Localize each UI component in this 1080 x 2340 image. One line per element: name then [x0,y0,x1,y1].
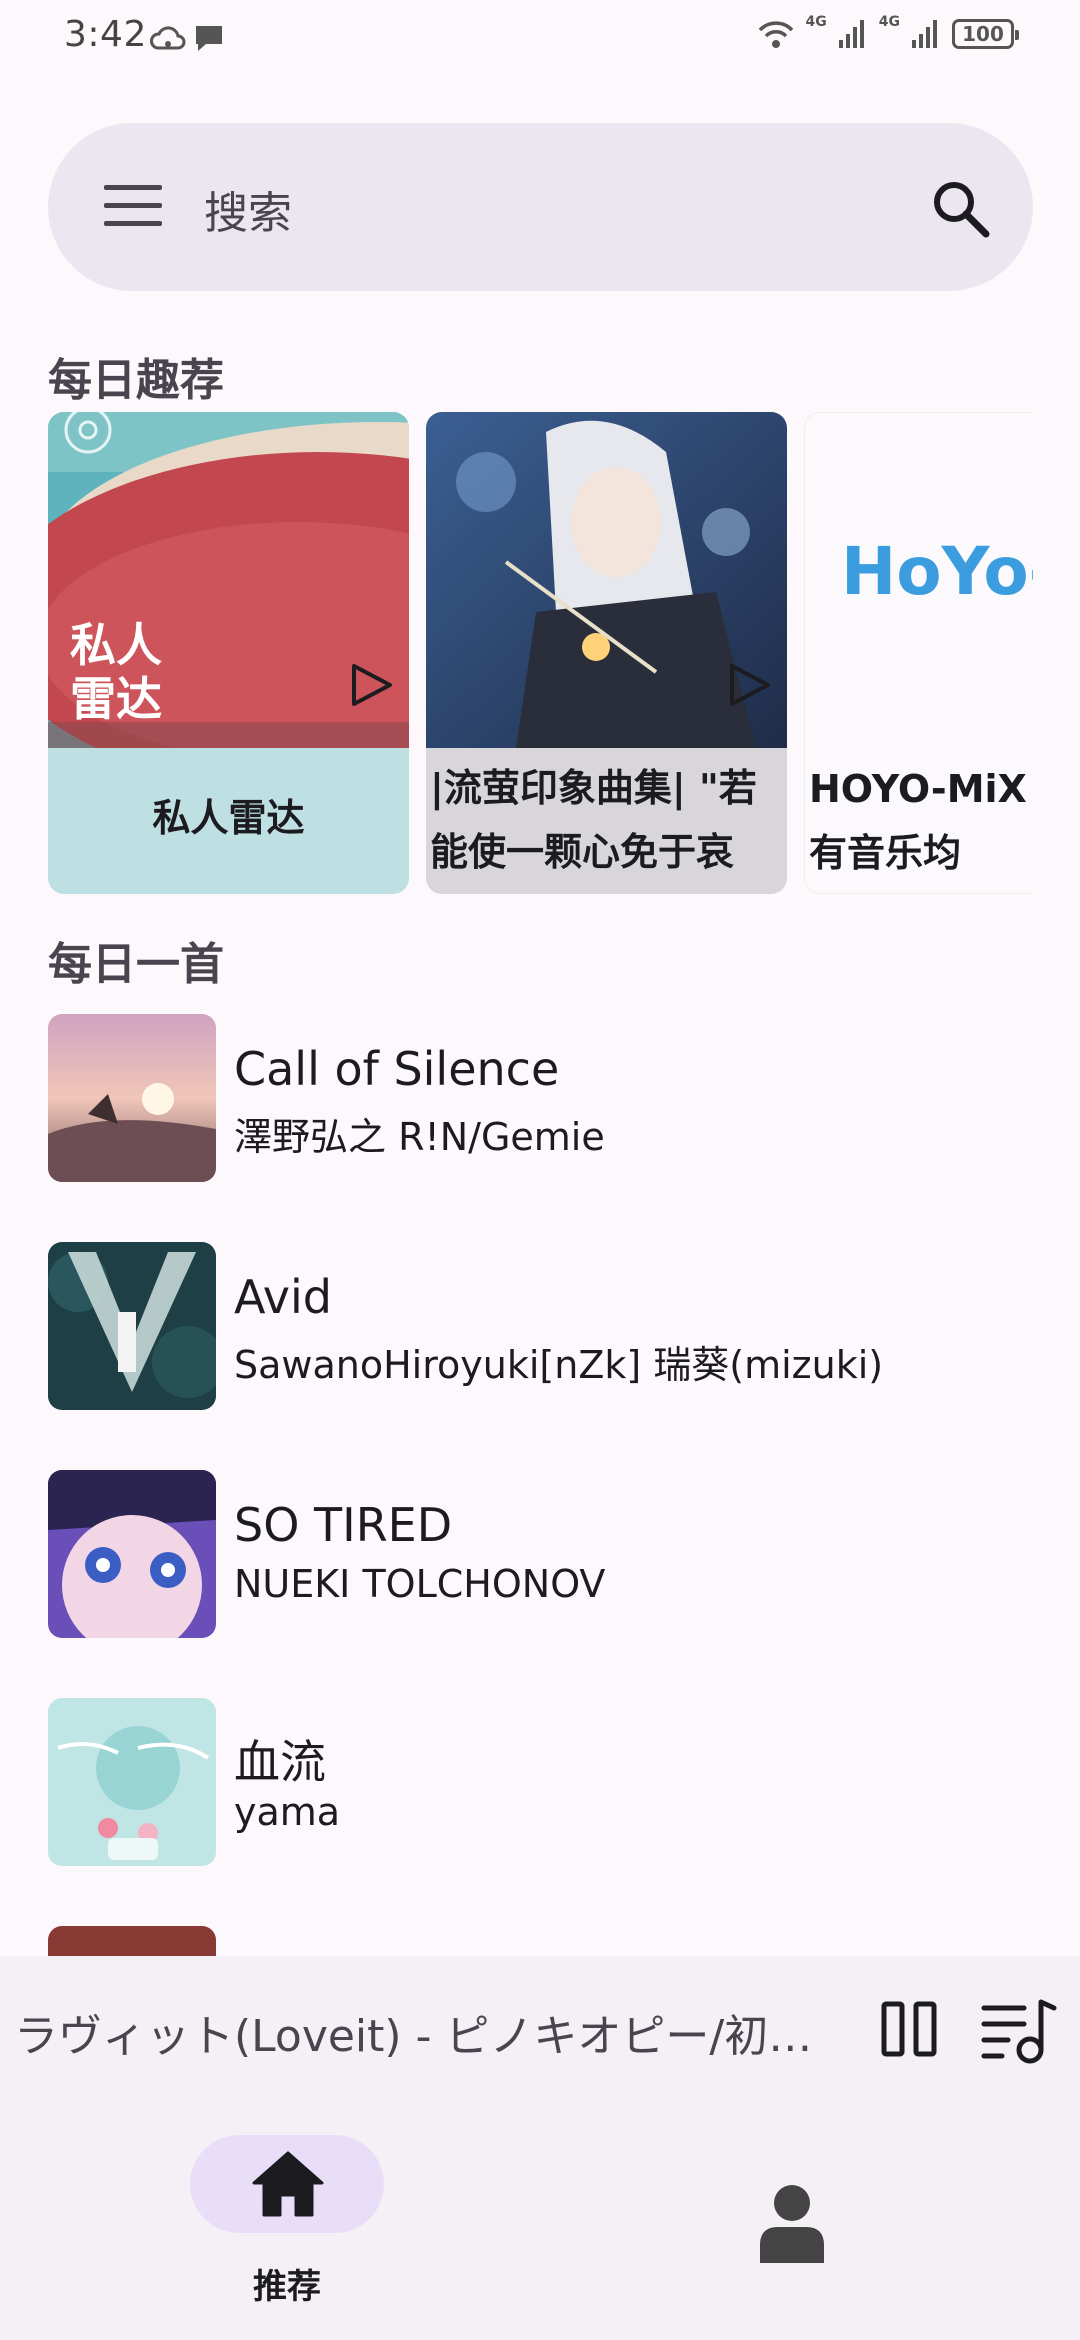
song-row[interactable]: 血流 yama [48,1698,1033,1866]
search-input[interactable]: 搜索 [204,177,292,241]
song-title: SO TIRED [234,1498,453,1552]
signal-icon [912,20,937,48]
signal-icon [838,20,864,48]
battery-icon: 100 [952,19,1019,49]
app-root: 3:42 4G 4G 100 搜索 每日趣荐 私人 雷达 私人雷达 |流萤印象曲… [0,0,1080,2340]
song-title: Call of Silence [234,1042,560,1096]
card-label: 私人雷达 [48,748,409,894]
album-art [48,1242,216,1410]
now-playing-text[interactable]: ラヴィット(Loveit) - ピノキオピー/初音ミク [14,2000,834,2064]
song-artist: 澤野弘之 R!N/Gemie [234,1115,605,1159]
song-artist: NUEKI TOLCHONOV [234,1562,606,1606]
card-label: |流萤印象曲集| "若能使一颗心免于哀 [426,748,787,894]
chat-bubble-icon [196,26,222,51]
card-overlay-line-1: 私人 [70,618,162,672]
album-art [48,1470,216,1638]
status-system-icons: 4G 4G 100 [756,14,1019,50]
nav-item-recommend[interactable] [190,2135,384,2233]
card-overlay-line-2: 雷达 [70,672,162,726]
network-type-2: 4G [878,14,900,30]
song-row[interactable]: Avid SawanoHiroyuki[nZk] 瑞葵(mizuki) [48,1242,1033,1410]
bottom-navigation: 推荐 [0,2101,1080,2340]
playlist-card-hoyomix[interactable]: HoYo-M HOYO-MiX (所有音乐均 [804,412,1033,894]
song-title: Avid [234,1270,332,1324]
playlist-card-private-radar[interactable]: 私人 雷达 私人雷达 [48,412,409,894]
battery-level: 100 [962,22,1004,46]
playlist-queue-icon[interactable] [980,1996,1060,2068]
mini-player[interactable]: ラヴィット(Loveit) - ピノキオピー/初音ミク [0,1956,1080,2101]
nav-label-recommend[interactable]: 推荐 [190,2259,384,2308]
cloud-music-icon [150,26,186,50]
song-artist: yama [234,1790,341,1834]
wifi-icon [758,21,793,48]
song-title: 血流 [234,1735,326,1789]
song-artist: SawanoHiroyuki[nZk] 瑞葵(mizuki) [234,1343,884,1387]
song-row[interactable]: SO TIRED NUEKI TOLCHONOV [48,1470,1033,1638]
album-art [48,1698,216,1866]
status-bar: 3:42 4G 4G 100 [0,0,1080,76]
menu-icon[interactable] [104,183,162,229]
play-icon[interactable] [726,662,772,708]
album-art [48,1926,216,1956]
network-type-1: 4G [805,14,827,30]
daily-picks-title: 每日趣荐 [48,355,224,406]
search-icon[interactable] [929,177,991,239]
song-row[interactable]: Call of Silence 澤野弘之 R!N/Gemie [48,1014,1033,1182]
album-art [48,1014,216,1182]
status-time: 3:42 [64,14,147,55]
person-icon[interactable] [758,2183,826,2263]
play-icon[interactable] [348,662,394,708]
home-icon[interactable] [250,2149,326,2219]
song-row[interactable] [48,1926,1033,1956]
card-overlay-text: 私人 雷达 [70,618,190,726]
status-notification-icons [150,22,226,54]
daily-song-title: 每日一首 [48,939,224,990]
search-bar[interactable]: 搜索 [48,123,1033,291]
card-label: HOYO-MiX (所有音乐均 [805,749,1033,893]
hoyo-logo: HoYo-M [841,533,1033,610]
playlist-card-firefly[interactable]: |流萤印象曲集| "若能使一颗心免于哀 [426,412,787,894]
pause-icon[interactable] [880,2000,938,2058]
daily-picks-carousel[interactable]: 私人 雷达 私人雷达 |流萤印象曲集| "若能使一颗心免于哀 HoYo HOYO… [48,412,1033,894]
